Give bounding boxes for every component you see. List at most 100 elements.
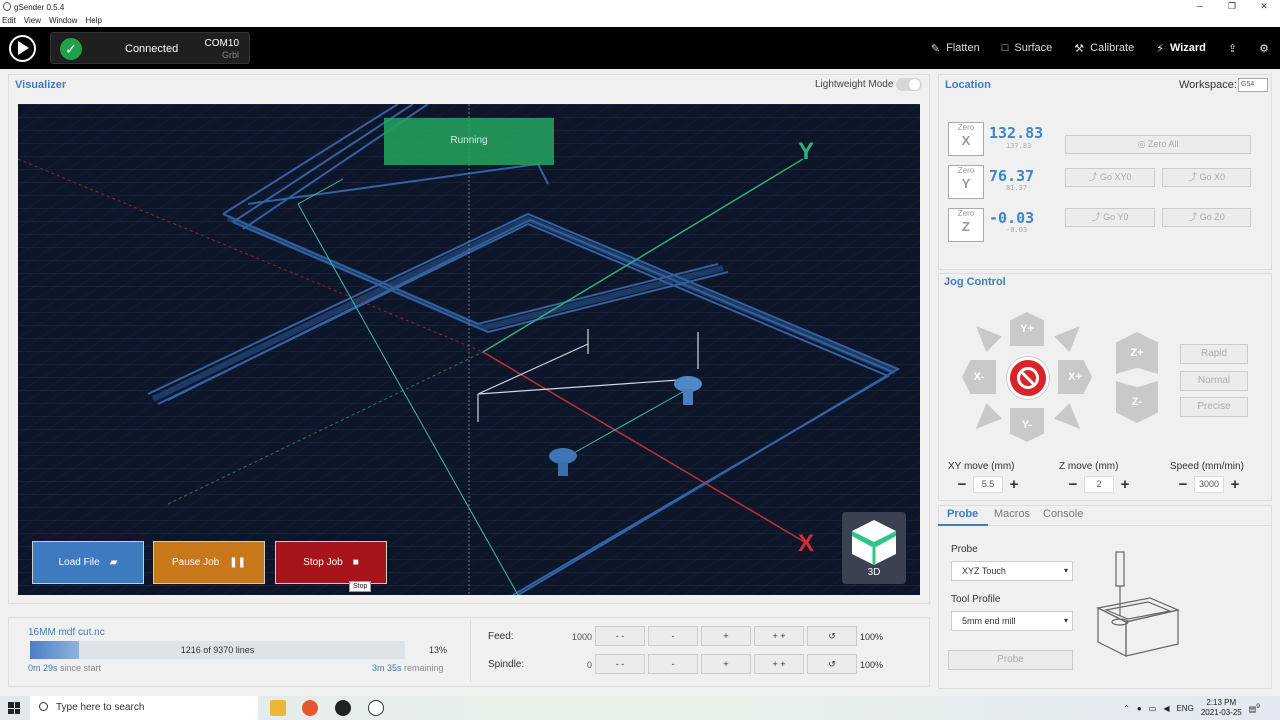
feed-reset-button[interactable]: ↺ [807, 626, 857, 646]
spindle-decrease-large-button[interactable]: - - [595, 654, 645, 674]
jog-mode-normal[interactable]: Normal [1180, 371, 1248, 391]
spindle-reset-button[interactable]: ↺ [807, 654, 857, 674]
tab-probe[interactable]: Probe [947, 508, 978, 520]
z-move-label: Z move (mm) [1059, 461, 1119, 472]
export-button[interactable]: ⇪ [1217, 42, 1248, 55]
cube-icon [852, 520, 896, 565]
tab-console[interactable]: Console [1043, 508, 1083, 520]
notification-icon[interactable]: ▤9 [1249, 703, 1260, 714]
nav-calibrate[interactable]: ⚒ Calibrate [1063, 42, 1145, 55]
menu-view[interactable]: View [24, 16, 41, 25]
feed-decrease-large-button[interactable]: - - [595, 626, 645, 646]
file-explorer-icon[interactable] [270, 700, 286, 716]
system-tray: ⌃ ● ▭ ◀ ENG 2:13 PM 2021-03-25 ▤9 [1123, 696, 1260, 720]
z-increment-button[interactable]: + [1114, 476, 1136, 493]
go-z0-button[interactable]: ⤴ Go Z0 [1162, 208, 1251, 227]
x-axis-label: X [798, 530, 815, 557]
zero-x-button[interactable]: Zero X [948, 122, 984, 156]
z-decrement-button[interactable]: − [1062, 476, 1084, 493]
gear-icon: ⚙ [1259, 42, 1269, 55]
connection-widget[interactable]: ✓ Connected COM10 Grbl [50, 32, 250, 64]
go-z0-label: Go Z0 [1199, 212, 1225, 222]
menu-bar: Edit View Window Help [0, 14, 1280, 27]
zero-all-button[interactable]: ◎ Zero All [1065, 135, 1251, 154]
nav-flatten-label: Flatten [946, 42, 980, 54]
network-icon[interactable]: ▭ [1149, 704, 1157, 713]
microphone-icon[interactable]: ● [1137, 704, 1142, 713]
feed-percent: 100% [860, 632, 884, 642]
nav-surface-label: Surface [1014, 42, 1053, 54]
close-button[interactable]: ✕ [1248, 0, 1280, 14]
obs-icon[interactable] [335, 700, 351, 716]
windows-start-icon[interactable] [8, 702, 20, 714]
feed-increase-button[interactable]: + [701, 626, 751, 646]
job-elapsed: 0m 29s since start [28, 663, 101, 673]
spindle-increase-button[interactable]: + [701, 654, 751, 674]
jog-stop-button[interactable] [1007, 357, 1049, 399]
feed-increase-large-button[interactable]: + + [754, 626, 804, 646]
clock-time: 2:13 PM [1206, 698, 1237, 707]
zero-z-label: Zero [957, 209, 975, 218]
language-indicator[interactable]: ENG [1176, 704, 1193, 713]
tab-macros[interactable]: Macros [994, 508, 1030, 520]
nav-surface[interactable]: □ Surface [991, 42, 1064, 54]
reset-icon: ↺ [828, 631, 836, 641]
jog-x-minus-label: X- [973, 371, 985, 383]
zero-y-axis: Y [961, 176, 971, 191]
menu-window[interactable]: Window [49, 16, 77, 25]
windows-taskbar: Type here to search ⌃ ● ▭ ◀ ENG 2:13 PM … [0, 696, 1280, 720]
visualizer-title: Visualizer [15, 79, 67, 91]
divider [470, 620, 471, 682]
jog-y-minus-label: Y- [1021, 419, 1033, 431]
go-y0-button[interactable]: ⤴ Go Y0 [1065, 208, 1155, 227]
zero-y-button[interactable]: Zero Y [948, 165, 984, 199]
x-work-position: 132.83 [989, 124, 1044, 142]
y-work-position: 76.37 [989, 167, 1035, 185]
view-cube[interactable]: 3D [842, 512, 906, 584]
lightweight-mode-toggle[interactable] [896, 78, 922, 91]
z-move-input[interactable] [1084, 475, 1114, 493]
x-machine-position: 137.83 [1006, 142, 1032, 150]
feed-decrease-button[interactable]: - [648, 626, 698, 646]
nav-flatten[interactable]: ✎ Flatten [920, 42, 991, 55]
search-placeholder: Type here to search [56, 702, 145, 713]
menu-edit[interactable]: Edit [2, 16, 16, 25]
xy-decrement-button[interactable]: − [951, 476, 973, 493]
settings-button[interactable]: ⚙ [1248, 42, 1280, 55]
menu-help[interactable]: Help [85, 16, 101, 25]
xy-move-input[interactable] [973, 475, 1003, 493]
spindle-percent: 100% [860, 660, 884, 670]
jog-mode-rapid[interactable]: Rapid [1180, 344, 1248, 364]
spindle-increase-large-button[interactable]: + + [754, 654, 804, 674]
feed-label: Feed: [488, 631, 514, 642]
jog-mode-precise[interactable]: Precise [1180, 397, 1248, 417]
tool-profile-select[interactable]: 5mm end mill [951, 611, 1073, 631]
taskbar-clock[interactable]: 2:13 PM 2021-03-25 [1201, 698, 1242, 718]
zero-z-button[interactable]: Zero Z [948, 208, 984, 242]
spindle-decrease-button[interactable]: - [648, 654, 698, 674]
taskbar-search[interactable]: Type here to search [30, 696, 258, 720]
elapsed-suffix: since start [57, 663, 102, 673]
load-file-button[interactable]: Load File ▰ [32, 541, 144, 584]
maximize-button[interactable]: ❐ [1216, 0, 1248, 14]
firefox-icon[interactable] [302, 700, 318, 716]
go-xy0-label: Go XY0 [1099, 172, 1132, 182]
speed-increment-button[interactable]: + [1224, 476, 1246, 493]
minimize-button[interactable]: ─ [1184, 0, 1216, 14]
xy-increment-button[interactable]: + [1003, 476, 1025, 493]
go-x0-button[interactable]: ⤴ Go X0 [1162, 168, 1251, 187]
stop-job-button[interactable]: Stop Job ■ [275, 541, 387, 584]
nav-wizard[interactable]: ⚡ Wizard [1145, 42, 1217, 55]
volume-icon[interactable]: ◀ [1163, 704, 1169, 713]
probe-type-select[interactable]: XYZ Touch [951, 561, 1073, 581]
chevron-up-icon[interactable]: ⌃ [1123, 704, 1130, 713]
go-xy0-button[interactable]: ⤴ Go XY0 [1065, 168, 1155, 187]
lightweight-mode-label: Lightweight Mode [815, 79, 894, 90]
probe-button[interactable]: Probe [948, 650, 1073, 670]
workspace-select[interactable]: G54 [1238, 78, 1268, 92]
speed-input[interactable] [1194, 475, 1224, 493]
visualizer-canvas[interactable]: Y X Running Load File ▰ Pause Job ❚❚ Sto… [18, 104, 920, 595]
pause-job-button[interactable]: Pause Job ❚❚ [153, 541, 265, 584]
gsender-taskbar-icon[interactable] [368, 700, 384, 716]
speed-decrement-button[interactable]: − [1172, 476, 1194, 493]
